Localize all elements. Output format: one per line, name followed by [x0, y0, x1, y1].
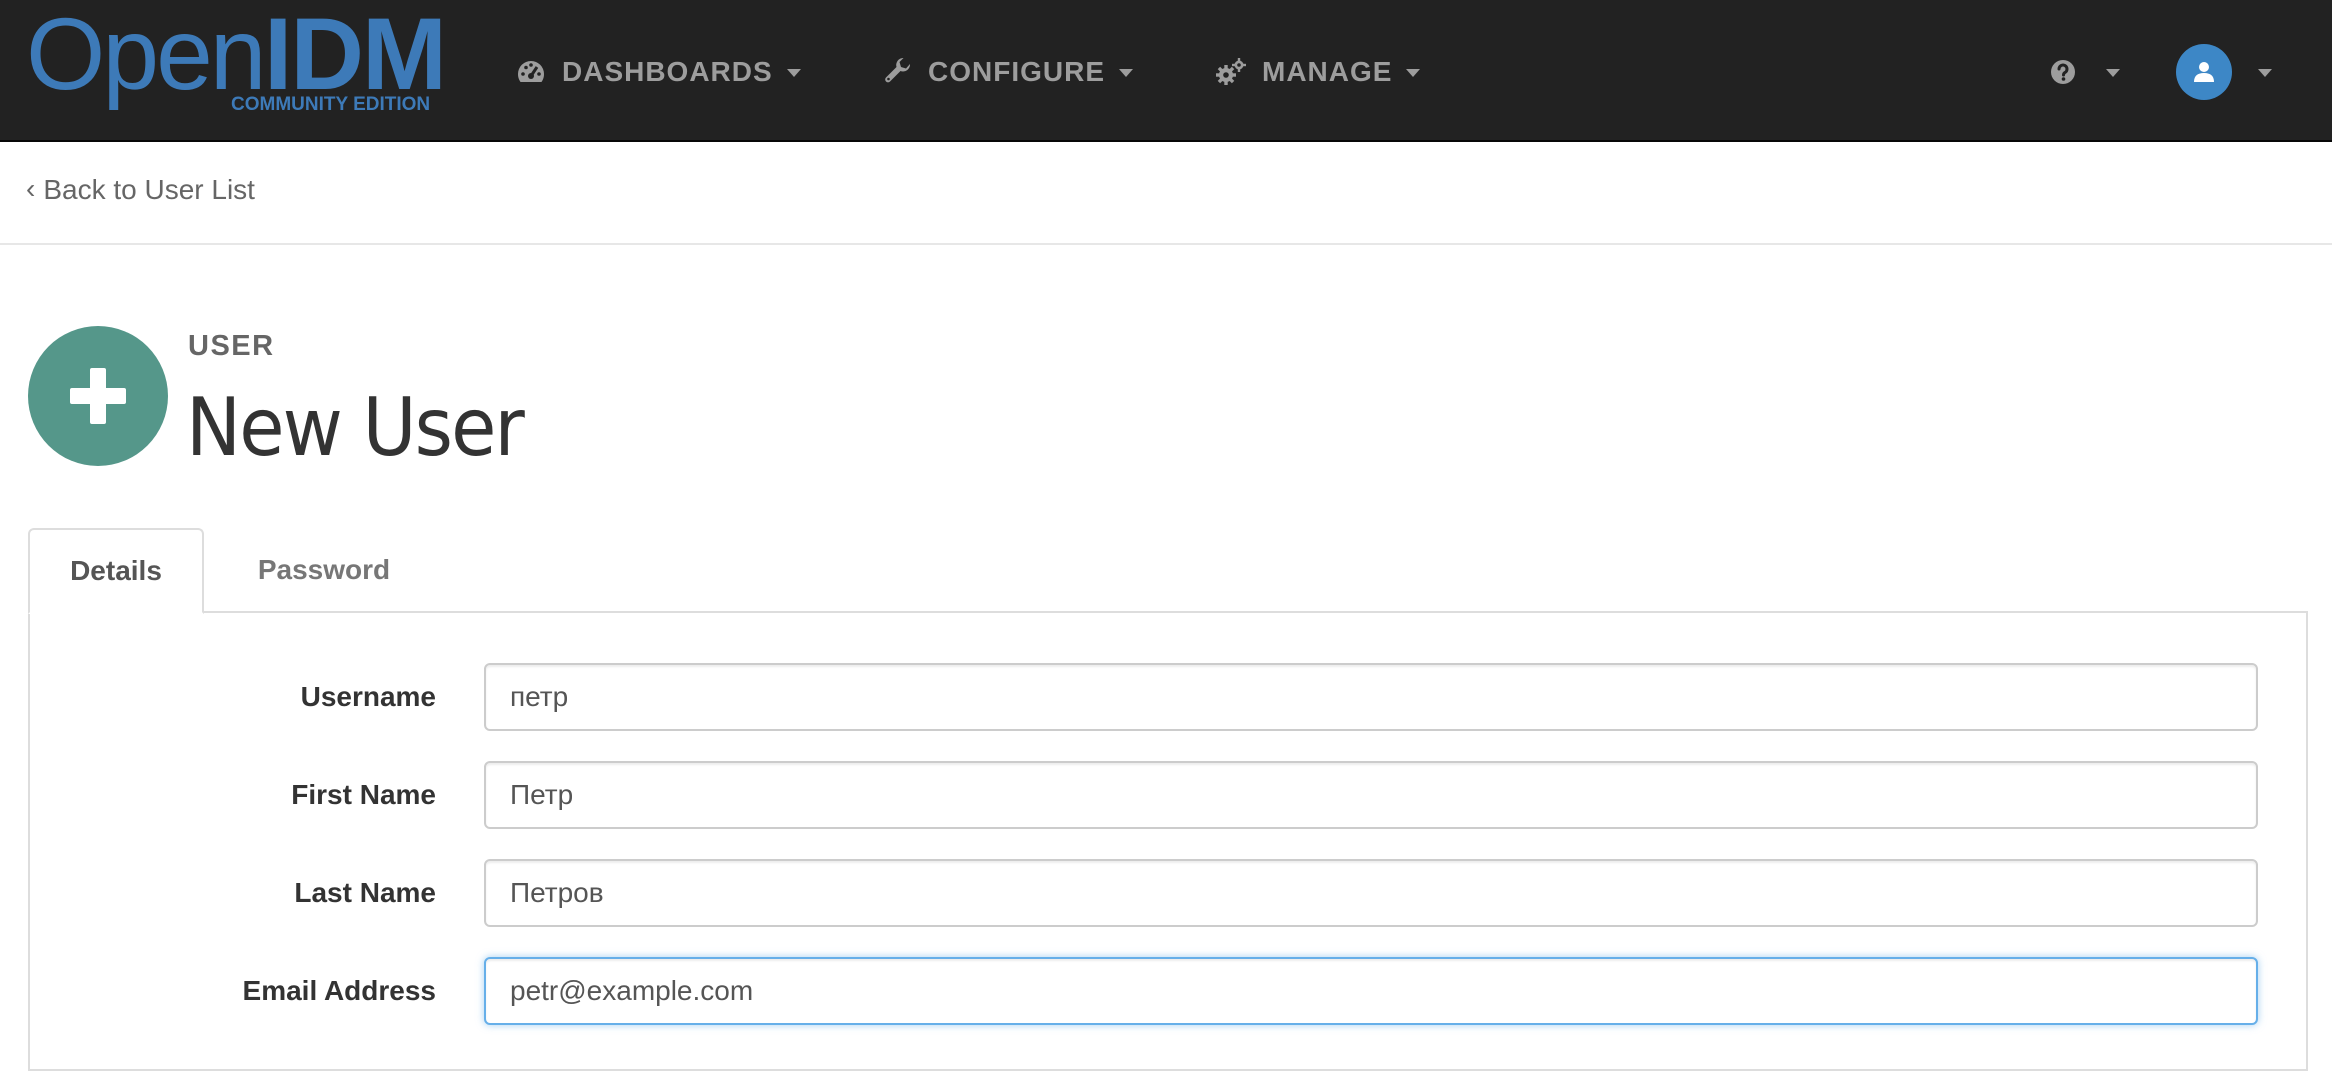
chevron-down-icon — [786, 69, 801, 77]
brand-logo[interactable]: Open IDM COMMUNITY EDITION — [26, 0, 456, 116]
username-label: Username — [300, 681, 436, 712]
email-field[interactable] — [484, 957, 2258, 1025]
last-name-field[interactable] — [484, 859, 2258, 927]
page-title: New User — [186, 381, 525, 474]
chevron-left-icon: ‹ — [26, 173, 36, 204]
nav-manage-menu[interactable]: MANAGE — [1216, 44, 1421, 100]
details-panel: Username First Name Last Name Email Addr… — [28, 611, 2308, 1071]
dashboard-gauge-icon — [517, 61, 545, 82]
gears-icon — [1216, 58, 1246, 85]
chevron-down-icon — [2106, 69, 2120, 77]
nav-dashboards-menu[interactable]: DASHBOARDS — [516, 44, 801, 100]
chevron-down-icon — [1119, 69, 1133, 77]
nav-manage-label: MANAGE — [1262, 56, 1393, 87]
form-row-last-name: Last Name — [30, 859, 2310, 927]
chevron-down-icon — [1406, 69, 1421, 77]
top-navbar: Open IDM COMMUNITY EDITION DASHBOARDS CO… — [0, 0, 2332, 142]
email-label: Email Address — [242, 975, 436, 1006]
back-to-user-list-link[interactable]: ‹ Back to User List — [26, 173, 255, 206]
tab-details[interactable]: Details — [28, 528, 204, 614]
plus-icon — [28, 326, 168, 466]
form-row-email: Email Address — [30, 957, 2310, 1025]
username-field[interactable] — [484, 663, 2258, 731]
user-avatar-icon — [2176, 44, 2232, 100]
question-circle-icon — [2051, 60, 2075, 84]
page-subtitle: USER — [188, 330, 275, 362]
nav-dashboards-label: DASHBOARDS — [562, 56, 773, 87]
brand-edition: COMMUNITY EDITION — [231, 94, 431, 115]
nav-user-menu[interactable] — [2176, 42, 2272, 102]
nav-configure-label: CONFIGURE — [928, 56, 1105, 87]
first-name-field[interactable] — [484, 761, 2258, 829]
form-row-username: Username — [30, 663, 2310, 731]
tab-bar: Details Password — [28, 528, 2306, 614]
chevron-down-icon — [2258, 69, 2272, 77]
nav-help-menu[interactable] — [2050, 44, 2120, 100]
brand-name-open: Open — [26, 0, 267, 111]
back-link-label: Back to User List — [43, 174, 255, 205]
breadcrumb-bar: ‹ Back to User List — [0, 142, 2332, 245]
nav-configure-menu[interactable]: CONFIGURE — [884, 44, 1133, 100]
form-row-first-name: First Name — [30, 761, 2310, 829]
wrench-icon — [885, 58, 911, 83]
last-name-label: Last Name — [294, 877, 436, 908]
tab-password[interactable]: Password — [226, 528, 422, 612]
brand-name-idm: IDM — [264, 0, 447, 111]
first-name-label: First Name — [291, 779, 436, 810]
